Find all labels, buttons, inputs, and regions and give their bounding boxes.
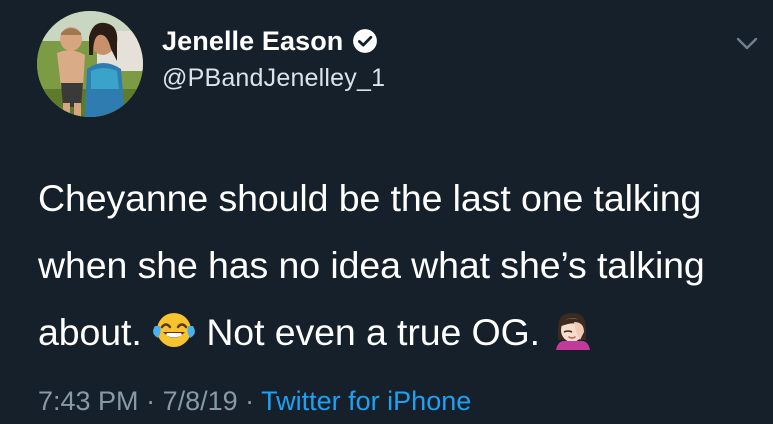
user-handle[interactable]: @PBandJenelley_1 (162, 64, 385, 93)
tweet-date[interactable]: 7/8/19 (163, 386, 238, 416)
tweet-text-line-3: about. Not even a true OG. (38, 299, 768, 366)
verified-badge-icon (352, 28, 378, 54)
avatar-image (37, 11, 143, 117)
tweet-text-line-2: when she has no idea what she’s talking (38, 244, 705, 286)
tweet-text-line-3-end: Not even a true OG. (206, 311, 541, 353)
tweet-card: Jenelle Eason @PBandJenelley_1 Cheyanne … (0, 0, 773, 424)
woman-facepalming-icon (550, 310, 594, 351)
face-with-tears-of-joy-icon (152, 310, 196, 350)
tweet-time[interactable]: 7:43 PM (38, 386, 139, 416)
name-row: Jenelle Eason (162, 24, 378, 58)
chevron-down-icon[interactable] (736, 36, 758, 52)
meta-separator-2: · (237, 386, 262, 416)
meta-separator-1: · (138, 386, 163, 416)
tweet-source-link[interactable]: Twitter for iPhone (261, 386, 471, 416)
tweet-meta: 7:43 PM · 7/8/19 · Twitter for iPhone (38, 386, 471, 417)
display-name[interactable]: Jenelle Eason (162, 26, 343, 57)
tweet-text-line-3-start: about. (38, 311, 142, 353)
tweet-text: Cheyanne should be the last one talking … (38, 165, 768, 366)
avatar[interactable] (37, 11, 143, 117)
tweet-text-line-1: Cheyanne should be the last one talking (38, 177, 702, 219)
